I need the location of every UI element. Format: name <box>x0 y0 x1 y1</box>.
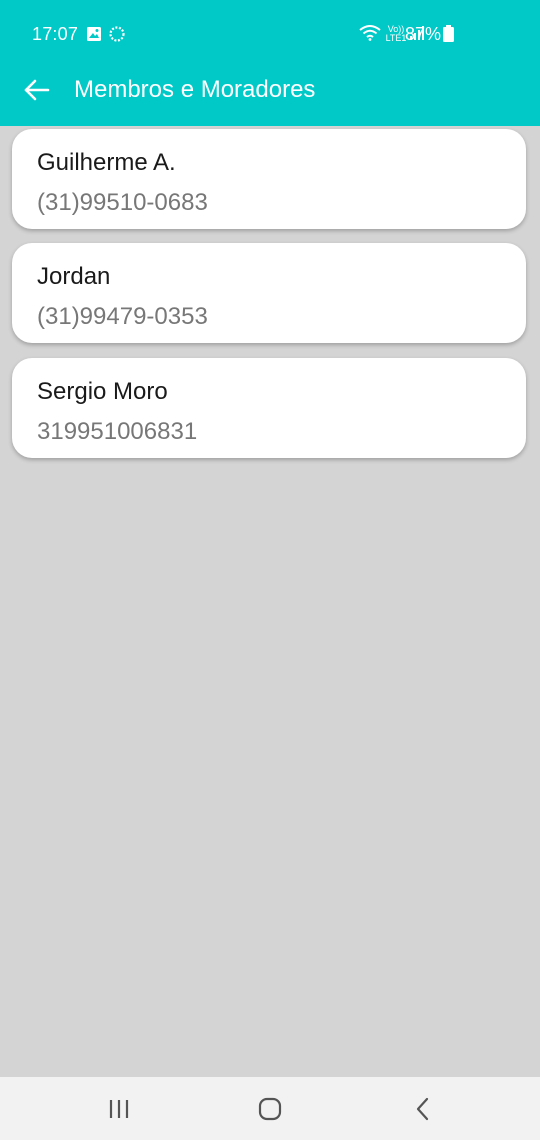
status-time: 17:07 <box>32 24 79 44</box>
sync-notification-icon <box>108 25 126 48</box>
member-name: Sergio Moro <box>37 378 168 405</box>
member-card[interactable]: Sergio Moro 319951006831 <box>12 358 526 458</box>
battery-icon <box>443 25 454 42</box>
top-bar: 17:07 Vo)) LTE1 87% Membros e Moradores <box>0 0 540 126</box>
wifi-icon <box>359 25 381 46</box>
member-name: Jordan <box>37 263 111 290</box>
back-chevron-icon[interactable] <box>403 1095 443 1123</box>
image-notification-icon <box>86 26 102 47</box>
member-card[interactable]: Guilherme A. (31)99510-0683 <box>12 129 526 229</box>
member-name: Guilherme A. <box>37 149 176 176</box>
system-nav-bar <box>0 1077 540 1140</box>
status-bar: 17:07 Vo)) LTE1 87% <box>0 0 540 66</box>
member-phone: 319951006831 <box>37 418 198 445</box>
member-phone: (31)99479-0353 <box>37 303 208 330</box>
battery-percent: 87% <box>404 24 441 44</box>
status-left-icons <box>86 25 126 48</box>
member-phone: (31)99510-0683 <box>37 189 208 216</box>
app-bar: Membros e Moradores <box>0 66 540 126</box>
arrow-left-icon[interactable] <box>22 76 54 104</box>
home-icon[interactable] <box>250 1095 290 1123</box>
member-card[interactable]: Jordan (31)99479-0353 <box>12 243 526 343</box>
page-title: Membros e Moradores <box>74 76 316 103</box>
recent-apps-icon[interactable] <box>100 1095 140 1123</box>
